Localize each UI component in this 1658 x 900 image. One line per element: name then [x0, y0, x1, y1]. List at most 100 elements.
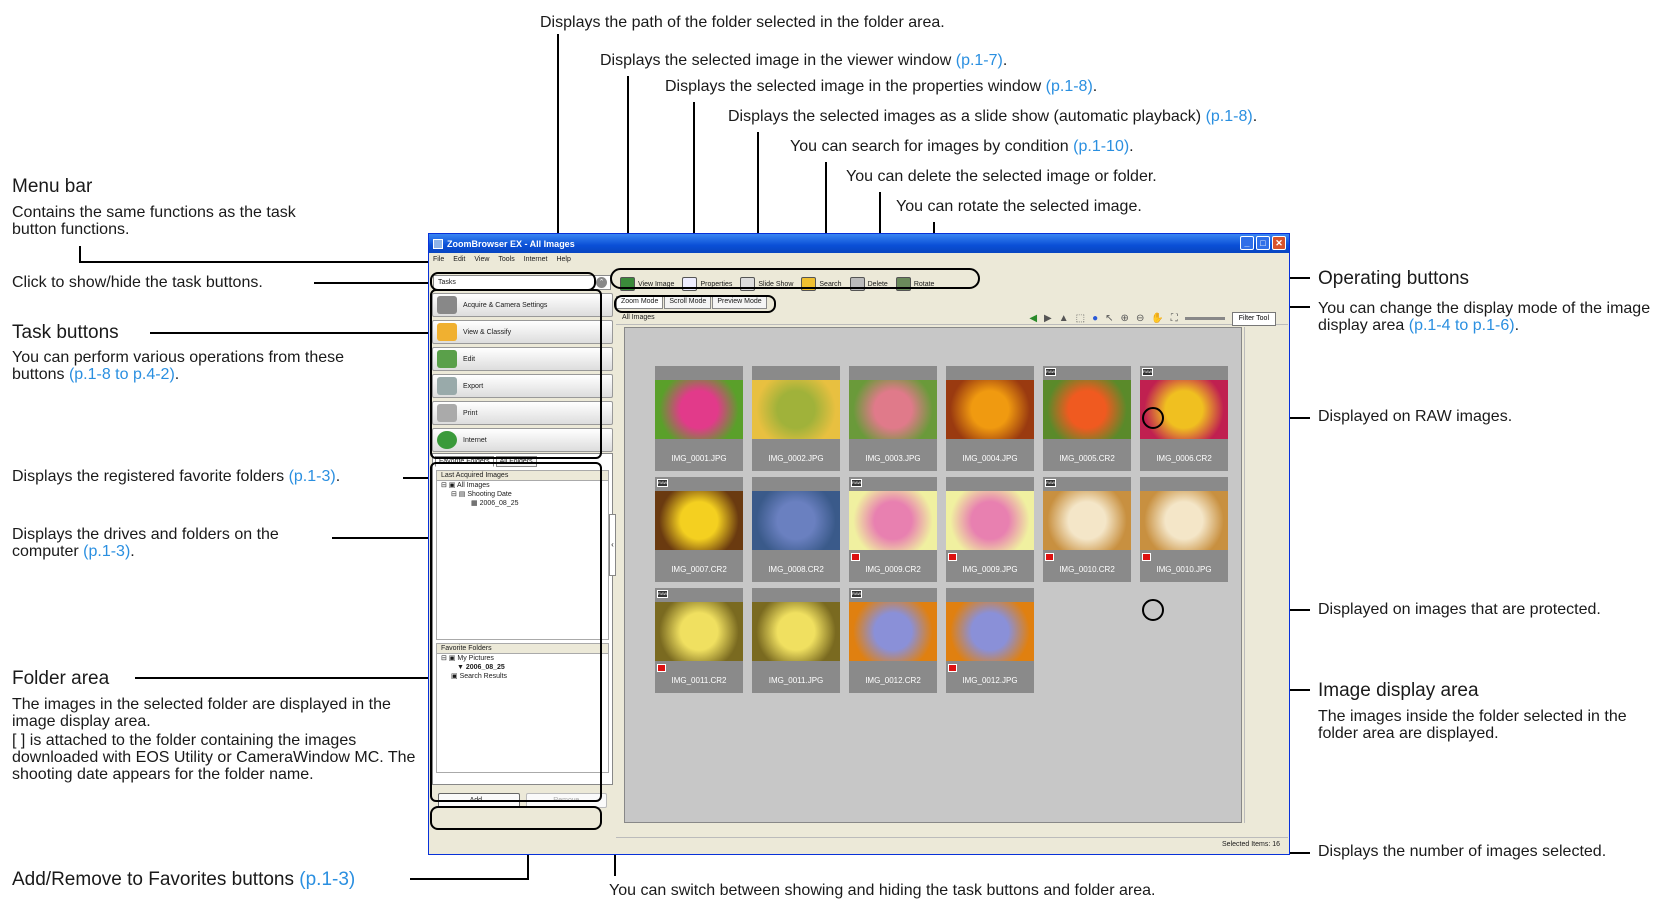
menubar-desc: Contains the same functions as the task … [12, 204, 296, 238]
maximize-button[interactable]: □ [1256, 236, 1270, 250]
thumbnail-image [1140, 491, 1228, 550]
thumbnail-caption: IMG_0012.JPG [962, 676, 1018, 685]
status-bar: Selected Items: 16 [616, 837, 1288, 851]
raw-badge-icon: RAW [1045, 479, 1056, 487]
mode-annotation: You can change the display mode of the i… [1318, 300, 1651, 334]
back-arrow-icon[interactable]: ◀ [1029, 311, 1037, 326]
drives-annotation: Displays the drives and folders on the c… [12, 526, 279, 560]
folderarea-desc1: The images in the selected folder are di… [12, 696, 391, 730]
raw-badge-icon: RAW [851, 479, 862, 487]
raw-badge-icon: RAW [1142, 368, 1153, 376]
opbtn-title: Operating buttons [1318, 268, 1470, 289]
thumbnail[interactable]: RAW IMG_0012.CR2 [849, 588, 937, 693]
thumbnail[interactable]: IMG_0011.JPG [752, 588, 840, 693]
app-icon [433, 238, 443, 249]
thumbnail-grid: IMG_0001.JPG IMG_0002.JPG IMG_0003.JPG IMG_… [624, 327, 1242, 823]
taskbtn-title: Task buttons [12, 322, 119, 343]
vertical-scrollbar[interactable] [1244, 327, 1254, 823]
delete-annotation: You can delete the selected image or fol… [846, 168, 1157, 185]
thumbnail[interactable]: RAW IMG_0005.CR2 [1043, 366, 1131, 471]
menu-help[interactable]: Help [556, 256, 570, 263]
thumbnail-caption: IMG_0008.CR2 [768, 565, 824, 574]
raw-badge-icon: RAW [657, 590, 668, 598]
menu-view[interactable]: View [474, 256, 489, 263]
collapse-icon[interactable]: ⌃ [596, 277, 607, 288]
menu-file[interactable]: File [433, 256, 444, 263]
thumbnail-caption: IMG_0010.CR2 [1059, 565, 1115, 574]
protect-icon [948, 553, 957, 561]
thumbnail[interactable]: RAW IMG_0010.CR2 [1043, 477, 1131, 582]
thumbnail-image [946, 380, 1034, 439]
thumbnail[interactable]: RAW IMG_0011.CR2 [655, 588, 743, 693]
thumbnail[interactable]: IMG_0012.JPG [946, 588, 1034, 693]
menu-tools[interactable]: Tools [498, 256, 514, 263]
path-annotation: Displays the path of the folder selected… [540, 14, 945, 31]
thumbnail-image [752, 491, 840, 550]
folderarea-desc2: [ ] is attached to the folder containing… [12, 732, 416, 783]
folderarea-title: Folder area [12, 668, 110, 689]
thumbnail-caption: IMG_0005.CR2 [1059, 454, 1115, 463]
zoom-slider[interactable] [1184, 317, 1225, 320]
info-icon[interactable]: ● [1092, 311, 1098, 326]
thumbnail-image [849, 491, 937, 550]
selected-annotation: Displays the number of images selected. [1318, 843, 1607, 860]
thumbnail-caption: IMG_0011.JPG [768, 676, 824, 685]
menu-edit[interactable]: Edit [453, 256, 465, 263]
raw-badge-icon: RAW [657, 479, 668, 487]
window-title: ZoomBrowser EX - All Images [447, 238, 575, 249]
close-button[interactable]: ✕ [1272, 236, 1286, 250]
imgarea-title: Image display area [1318, 680, 1479, 701]
raw-badge-icon: RAW [851, 590, 862, 598]
thumbnail-caption: IMG_0006.CR2 [1156, 454, 1212, 463]
favorites-annotation: Displays the registered favorite folders… [12, 468, 341, 485]
thumbnail[interactable]: IMG_0008.CR2 [752, 477, 840, 582]
thumbnail-caption: IMG_0009.JPG [962, 565, 1018, 574]
thumbnail[interactable]: IMG_0009.JPG [946, 477, 1034, 582]
thumbnail[interactable]: RAW IMG_0009.CR2 [849, 477, 937, 582]
thumbnail-image [655, 491, 743, 550]
filter-tool-button[interactable]: Filter Tool [1231, 311, 1276, 326]
title-bar: ZoomBrowser EX - All Images _ □ ✕ [429, 234, 1289, 253]
toggle-annotation: Click to show/hide the task buttons. [12, 274, 263, 291]
thumbnail-caption: IMG_0007.CR2 [671, 565, 727, 574]
panel-toggle-handle[interactable]: ‹ [609, 514, 616, 576]
up-arrow-icon[interactable]: ▲ [1059, 311, 1069, 326]
search-annotation: You can search for images by condition (… [790, 138, 1134, 155]
pointer-icon[interactable]: ↖ [1105, 311, 1113, 326]
thumbnail-image [946, 602, 1034, 661]
selected-count: Selected Items: 16 [1222, 841, 1280, 848]
highlight-folder-area [430, 462, 602, 802]
thumbnail-image [849, 380, 937, 439]
minimize-button[interactable]: _ [1240, 236, 1254, 250]
thumbnail[interactable]: RAW IMG_0007.CR2 [655, 477, 743, 582]
thumbnail[interactable]: IMG_0010.JPG [1140, 477, 1228, 582]
zoom-out-icon[interactable]: ⊖ [1136, 311, 1144, 326]
raw-badge-icon: RAW [1045, 368, 1056, 376]
thumbnail[interactable]: IMG_0003.JPG [849, 366, 937, 471]
forward-arrow-icon[interactable]: ▶ [1044, 311, 1052, 326]
thumbnail-caption: IMG_0009.CR2 [865, 565, 921, 574]
raw-annotation: Displayed on RAW images. [1318, 408, 1513, 425]
highlight-raw-badge [1142, 407, 1164, 429]
thumbnail-image [752, 380, 840, 439]
hand-icon[interactable]: ✋ [1151, 311, 1163, 326]
highlight-toolbar [610, 268, 980, 289]
zoom-in-icon[interactable]: ⊕ [1121, 311, 1129, 326]
switch-annotation: You can switch between showing and hidin… [609, 882, 1156, 899]
thumbnail-image [752, 602, 840, 661]
menubar-title: Menu bar [12, 176, 93, 197]
menu-internet[interactable]: Internet [524, 256, 548, 263]
fit-icon[interactable]: ⛶ [1171, 311, 1178, 326]
thumbnail[interactable]: IMG_0001.JPG [655, 366, 743, 471]
thumbnail[interactable]: IMG_0002.JPG [752, 366, 840, 471]
select-icon[interactable]: ⬚ [1076, 311, 1085, 326]
protect-icon [1045, 553, 1054, 561]
taskbtn-desc: You can perform various operations from … [12, 349, 345, 383]
thumbnail-image [946, 491, 1034, 550]
image-display-area: Zoom Mode Scroll Mode Preview Mode All I… [616, 296, 1288, 836]
thumbnail-caption: IMG_0003.JPG [865, 454, 921, 463]
protect-icon [1142, 553, 1151, 561]
slideshow-annotation: Displays the selected images as a slide … [728, 108, 1258, 125]
thumbnail[interactable]: IMG_0004.JPG [946, 366, 1034, 471]
thumbnail-caption: IMG_0002.JPG [768, 454, 824, 463]
